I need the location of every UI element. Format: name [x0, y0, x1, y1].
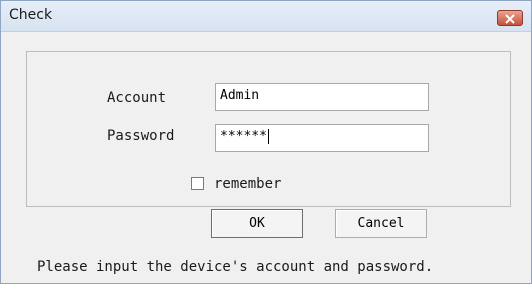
close-button[interactable] [497, 10, 523, 26]
password-label: Password [107, 128, 175, 144]
account-value: Admin [220, 88, 260, 103]
account-label: Account [107, 90, 167, 106]
window-title: Check [9, 7, 53, 23]
cancel-button[interactable]: Cancel [335, 209, 427, 238]
status-message: Please input the device's account and pa… [37, 259, 434, 275]
cancel-button-label: Cancel [357, 216, 405, 231]
password-value: ****** [220, 129, 267, 144]
check-dialog: Check Account Admin Password ****** reme… [0, 0, 532, 284]
remember-checkbox[interactable] [191, 177, 204, 190]
account-field[interactable]: Admin [215, 83, 429, 111]
remember-label[interactable]: remember [214, 176, 281, 192]
text-caret [267, 129, 269, 144]
title-bar: Check [1, 1, 531, 32]
ok-button-label: OK [249, 216, 265, 231]
close-icon [505, 9, 515, 28]
password-field[interactable]: ****** [215, 124, 429, 152]
ok-button[interactable]: OK [211, 209, 303, 238]
